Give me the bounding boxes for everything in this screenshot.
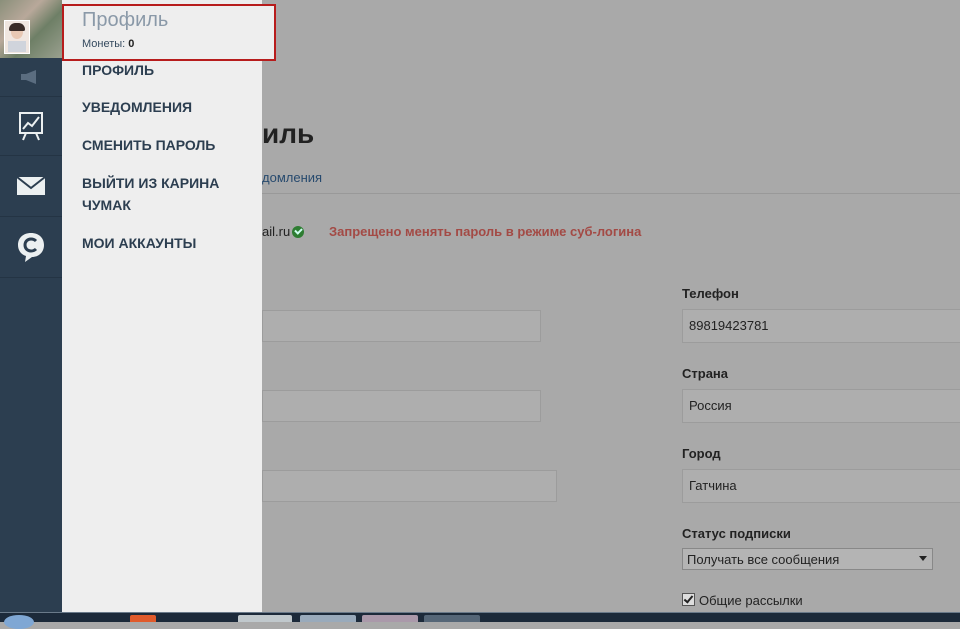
- mail-icon: [16, 176, 46, 195]
- coins-label: Монеты:: [82, 38, 126, 50]
- menu-header: Профиль Монеты: 0: [62, 4, 276, 61]
- chevron-down-icon: [919, 556, 927, 561]
- sublogin-warning: Запрещено менять пароль в режиме суб-лог…: [329, 224, 642, 239]
- page-title: иль: [262, 118, 315, 149]
- start-button[interactable]: [4, 615, 34, 629]
- avatar[interactable]: [0, 0, 62, 58]
- rail-item-messages[interactable]: [0, 156, 62, 217]
- subscription-value: Получать все сообщения: [687, 552, 840, 567]
- surname-field[interactable]: [262, 390, 541, 422]
- city-input[interactable]: Гатчина: [682, 469, 960, 503]
- subscription-label: Статус подписки: [682, 526, 791, 541]
- tabs-divider: [262, 193, 960, 194]
- newsletter-checkbox[interactable]: [682, 593, 695, 606]
- coins-counter: Монеты: 0: [82, 38, 134, 50]
- menu-item-notifications[interactable]: УВЕДОМЛЕНИЯ: [82, 96, 252, 118]
- profile-menu: Профиль Монеты: 0 ПРОФИЛЬ УВЕДОМЛЕНИЯ СМ…: [62, 0, 276, 612]
- rail-item-stats[interactable]: [0, 97, 62, 156]
- megaphone-icon: [21, 70, 36, 84]
- phone-input[interactable]: 89819423781: [682, 309, 960, 343]
- chat-c-icon: [18, 233, 44, 262]
- chart-icon: [19, 112, 43, 141]
- name-field[interactable]: [262, 310, 541, 342]
- menu-item-logout[interactable]: ВЫЙТИ ИЗ КАРИНА ЧУМАК: [82, 172, 252, 216]
- user-avatar-icon: [4, 20, 30, 54]
- icon-rail: [0, 0, 62, 612]
- rail-item-announcements[interactable]: [0, 58, 62, 97]
- menu-item-profile[interactable]: ПРОФИЛЬ: [82, 59, 252, 81]
- tab-notifications[interactable]: домления: [262, 170, 322, 185]
- coins-value: 0: [128, 38, 135, 50]
- menu-title: Профиль: [82, 9, 169, 31]
- profile-page: иль домления ail.ru Запрещено менять пар…: [262, 0, 960, 612]
- phone-label: Телефон: [682, 286, 739, 301]
- menu-item-my-accounts[interactable]: МОИ АККАУНТЫ: [82, 232, 252, 254]
- newsletter-label: Общие рассылки: [699, 593, 803, 608]
- verified-check-icon: [292, 226, 304, 238]
- rail-item-chat[interactable]: [0, 217, 62, 278]
- newsletter-checkbox-row[interactable]: Общие рассылки: [682, 593, 803, 608]
- country-label: Страна: [682, 366, 729, 381]
- city-label: Город: [682, 446, 721, 461]
- country-input[interactable]: Россия: [682, 389, 960, 423]
- email-text: ail.ru: [262, 224, 291, 239]
- subscription-select[interactable]: Получать все сообщения: [682, 548, 933, 570]
- menu-item-change-password[interactable]: СМЕНИТЬ ПАРОЛЬ: [82, 134, 252, 156]
- extra-field[interactable]: [262, 470, 557, 502]
